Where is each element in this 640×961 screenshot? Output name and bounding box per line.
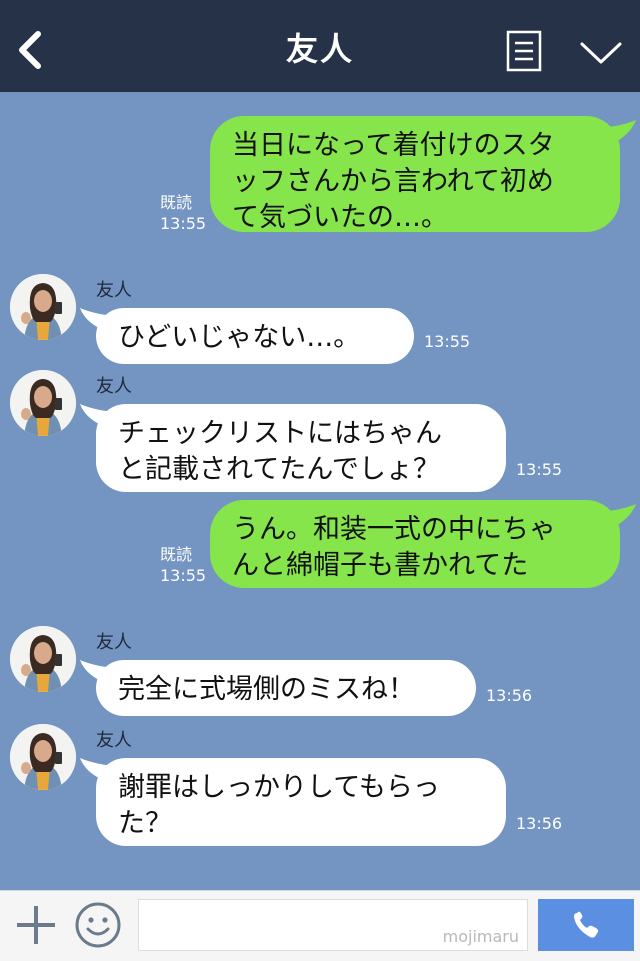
chat-title: 友人 (285, 30, 354, 68)
timestamp: 13:56 (486, 686, 533, 705)
message-bubble-outgoing[interactable]: うん。和装一式の中にちゃ んと綿帽子も書かれてた (210, 500, 620, 588)
avatar[interactable] (10, 724, 76, 790)
input-bar: mojimaru (0, 890, 640, 961)
message-bubble-outgoing[interactable]: 当日になって着付けのスタ ッフさんから言われて初め て気づいたの…。 (210, 116, 620, 233)
avatar-image (10, 626, 76, 692)
phone-icon (574, 911, 599, 938)
avatar[interactable] (10, 274, 76, 340)
avatar[interactable] (10, 370, 76, 436)
sender-name: 友人 (96, 280, 132, 301)
avatar-image (10, 724, 76, 790)
bubble-tail (80, 404, 114, 428)
timestamp: 13:55 (516, 460, 563, 479)
chat-header: 友人 (0, 0, 640, 92)
avatar-image (10, 370, 76, 436)
menu-list-icon (506, 30, 542, 72)
timestamp: 13:55 (424, 332, 471, 351)
bubble-tail (80, 308, 114, 332)
collapse-button[interactable] (578, 34, 624, 74)
message-input[interactable]: mojimaru (138, 899, 528, 951)
chevron-down-icon (580, 42, 622, 64)
bubble-tail (80, 758, 114, 782)
message-bubble-incoming[interactable]: チェックリストにはちゃん と記載されてたんでしょ？ (96, 404, 506, 492)
emoji-button[interactable] (74, 901, 122, 949)
read-receipt: 既読 13:55 (160, 193, 207, 233)
bubble-tail (600, 504, 636, 530)
watermark: mojimaru (442, 927, 519, 946)
message-bubble-incoming[interactable]: ひどいじゃない…。 (96, 308, 414, 364)
smiley-icon (75, 902, 121, 948)
message-bubble-incoming[interactable]: 謝罪はしっかりしてもらっ た？ (96, 758, 506, 846)
menu-button[interactable] (506, 30, 542, 72)
sender-name: 友人 (96, 632, 132, 653)
bubble-tail (80, 660, 114, 684)
sender-name: 友人 (96, 730, 132, 751)
timestamp: 13:56 (516, 814, 563, 833)
plus-icon (17, 906, 55, 944)
message-bubble-incoming[interactable]: 完全に式場側のミスね！ (96, 660, 476, 716)
bubble-tail (600, 120, 636, 146)
chat-area[interactable]: 既読 13:55 当日になって着付けのスタ ッフさんから言われて初め て気づいた… (0, 92, 640, 890)
call-button[interactable] (538, 899, 634, 951)
read-receipt: 既読 13:55 (160, 545, 207, 585)
add-button[interactable] (14, 903, 58, 947)
avatar[interactable] (10, 626, 76, 692)
avatar-image (10, 274, 76, 340)
sender-name: 友人 (96, 376, 132, 397)
